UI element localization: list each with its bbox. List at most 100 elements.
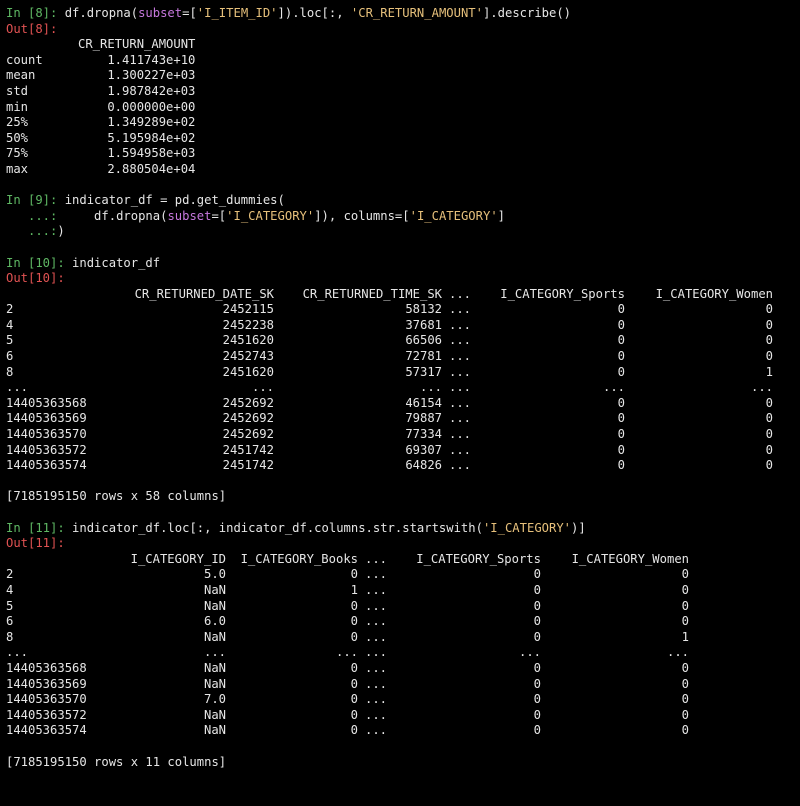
row-value: 5.195984e+02 [107,130,196,145]
table-cell: ... [518,645,541,660]
row-index: 8 [6,364,14,379]
table-cell: ... [364,614,387,629]
table-cell: 1 [681,629,689,644]
table-cell: 2452692 [222,427,274,442]
code-11-part-a: indicator_df.loc[:, indicator_df.columns… [72,520,483,535]
row-index: ... [6,645,29,660]
table-cell: 2452115 [222,302,274,317]
table-cell: 2451620 [222,364,274,379]
table-cell: 0 [765,349,773,364]
row-label: 25% [6,115,29,130]
table-cell: ... [203,645,226,660]
ipython-terminal[interactable]: In [8]: df.dropna(subset=['I_ITEM_ID']).… [0,0,800,770]
code-9-line-2-a: df.dropna( [57,208,168,223]
table-cell: ... [364,567,387,582]
row-index: 14405363568 [6,395,87,410]
table-row: 4 NaN 1... 0 0 [6,583,689,599]
table-row: max 2.880504e+04 [6,162,195,178]
table-cell: 0 [350,598,358,613]
table-cell: 79887 [405,411,442,426]
table-cell: ... [602,380,625,395]
row-label: count [6,52,43,67]
table-cell: ... [448,395,471,410]
table-cell: ... [448,349,471,364]
table-row: 14405363572 NaN 0... 0 0 [6,708,689,724]
row-index: 2 [6,302,14,317]
table-header-row: CR_RETURN_AMOUNT [6,37,195,53]
table-cell: 0 [617,411,625,426]
row-label: 50% [6,130,29,145]
table-cell: ... [364,676,387,691]
table-cell: ... [419,380,442,395]
table-cell: 1 [350,582,358,597]
table-cell: NaN [203,598,226,613]
describe-output-table: CR_RETURN_AMOUNT count 1.411743e+10 mean 1.… [6,37,195,177]
row-index: 5 [6,333,14,348]
table-cell: ... [448,317,471,332]
table-cell: 72781 [405,349,442,364]
row-value: 0.000000e+00 [107,99,196,114]
table-row: 14405363572 2451742 69307... 0 0 [6,443,773,459]
input-line-11: In [11]: indicator_df.loc[:, indicator_d… [6,521,800,537]
code-8-part-c: ]).loc[:, [277,6,351,20]
code-9-line-1: indicator_df = pd.get_dummies( [64,193,285,208]
code-9-line-2-b: =[ [211,208,227,223]
column-header: I_CATEGORY_Sports [500,286,625,301]
table-row: mean 1.300227e+03 [6,68,195,84]
table-cell: NaN [203,707,226,722]
table-cell: 5.0 [203,567,226,582]
input-line-8: In [8]: df.dropna(subset=['I_ITEM_ID']).… [6,6,800,22]
continuation-prompt: ...: [6,208,58,223]
table-row: std 1.987842e+03 [6,84,195,100]
in-prompt-10: In [10]: [6,255,73,270]
table-header-row: I_CATEGORY_ID I_CATEGORY_Books... I_CATEGO… [6,552,689,568]
column-header: ... [364,551,387,566]
in-prompt-9: In [9]: [6,193,65,208]
code-8-string-2: 'CR_RETURN_AMOUNT' [350,6,483,20]
row-index: 4 [6,582,14,597]
code-9-kwarg: subset [167,208,212,223]
input-line-9: In [9]: indicator_df = pd.get_dummies( [6,193,800,209]
table-cell: 0 [765,333,773,348]
table-cell: 0 [681,598,689,613]
table-cell: 0 [681,707,689,722]
code-9-line-2-c: ]), columns=[ [314,208,410,223]
table-cell: 0 [617,364,625,379]
code-9-string-1: 'I_CATEGORY' [226,208,315,223]
row-index: 14405363572 [6,442,87,457]
row-index: 5 [6,598,14,613]
row-value: 1.594958e+03 [107,146,196,161]
table-cell: 0 [533,598,541,613]
table-cell: 2451620 [222,333,274,348]
table-row: 14405363570 2452692 77334... 0 0 [6,427,773,443]
table-cell: 0 [617,395,625,410]
table-row: 14405363569 NaN 0... 0 0 [6,677,689,693]
table-cell: ... [364,629,387,644]
table-cell: ... [448,380,471,395]
table-cell: 0 [765,302,773,317]
table-row: .................. [6,380,773,396]
input-line-10: In [10]: indicator_df [6,256,800,272]
table-cell: 0 [765,427,773,442]
table-cell: 0 [765,411,773,426]
table-cell: 0 [533,567,541,582]
table-cell: ... [364,660,387,675]
table-row: 5 2451620 66506... 0 0 [6,333,773,349]
column-header: CR_RETURNED_DATE_SK [134,286,274,301]
code-11-part-b: )] [571,520,586,535]
table-cell: ... [251,380,274,395]
code-10: indicator_df [72,255,161,270]
column-header: I_CATEGORY_Women [571,551,689,566]
column-header: I_CATEGORY_Sports [416,551,541,566]
row-index: 14405363574 [6,458,87,473]
table-row: 14405363574 2451742 64826... 0 0 [6,458,773,474]
row-label: mean [6,68,36,83]
row-index: ... [6,380,29,395]
table-cell: 0 [533,660,541,675]
table-cell: ... [448,442,471,457]
out-prompt-11: Out[11]: [6,536,65,551]
table-cell: 0 [350,660,358,675]
code-8-kwarg: subset [138,6,183,20]
table-cell: 0 [350,723,358,738]
column-header [6,287,106,303]
